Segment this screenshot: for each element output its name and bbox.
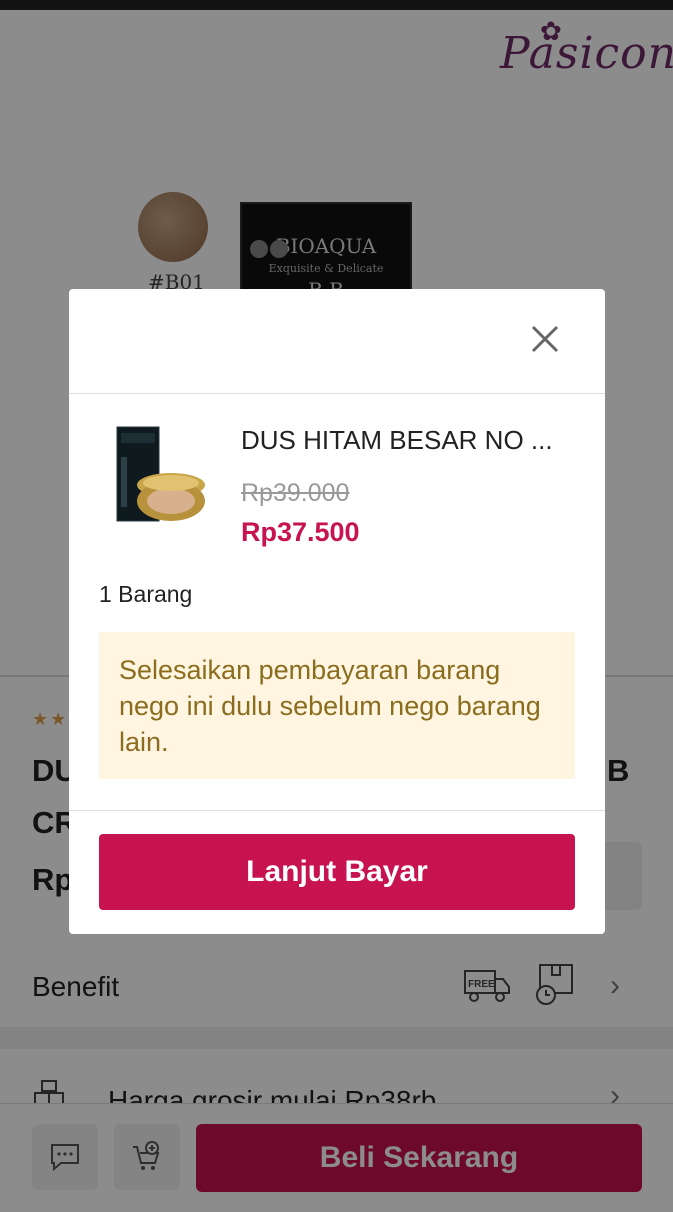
product-thumbnail: [99, 417, 219, 537]
close-icon[interactable]: [525, 319, 565, 359]
modal-product-title: DUS HITAM BESAR NO ...: [241, 425, 553, 455]
modal-notice: Selesaikan pembayaran barang nego ini du…: [99, 632, 575, 779]
modal-quantity: 1 Barang: [99, 581, 193, 607]
modal-original-price: Rp39.000: [241, 479, 350, 507]
continue-payment-button[interactable]: Lanjut Bayar: [99, 834, 575, 910]
modal-header-divider: [69, 393, 605, 394]
modal-nego-price: Rp37.500: [241, 517, 360, 547]
modal-footer-divider: [69, 810, 605, 811]
nego-payment-modal: DUS HITAM BESAR NO ... Rp39.000 Rp37.500…: [69, 289, 605, 934]
